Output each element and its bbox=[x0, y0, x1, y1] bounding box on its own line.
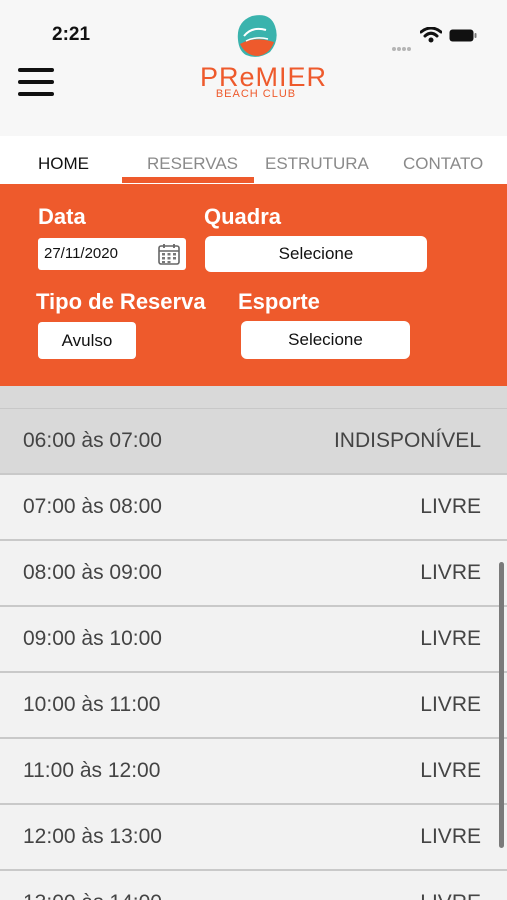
tab-estrutura[interactable]: ESTRUTURA bbox=[265, 154, 369, 174]
quadra-select[interactable]: Selecione bbox=[205, 236, 427, 272]
time-slot-row[interactable]: 06:00 às 07:00 INDISPONÍVEL bbox=[0, 409, 507, 475]
time-slot-row[interactable]: 09:00 às 10:00 LIVRE bbox=[0, 607, 507, 673]
time-slot-row[interactable]: 11:00 às 12:00 LIVRE bbox=[0, 739, 507, 805]
slot-time: 12:00 às 13:00 bbox=[23, 825, 162, 848]
slot-status: LIVRE bbox=[420, 759, 481, 782]
slot-time: 06:00 às 07:00 bbox=[23, 429, 162, 452]
hamburger-menu-icon[interactable] bbox=[18, 68, 54, 100]
slot-time: 13:00 às 14:00 bbox=[23, 891, 162, 900]
tab-bar: HOME RESERVAS ESTRUTURA CONTATO bbox=[0, 136, 507, 184]
calendar-icon[interactable] bbox=[158, 243, 180, 265]
esporte-select[interactable]: Selecione bbox=[241, 321, 410, 359]
slot-time: 10:00 às 11:00 bbox=[23, 693, 161, 716]
list-header-spacer bbox=[0, 386, 507, 409]
date-value: 27/11/2020 bbox=[44, 245, 118, 262]
time-slot-row[interactable]: 07:00 às 08:00 LIVRE bbox=[0, 475, 507, 541]
battery-icon bbox=[449, 29, 477, 42]
time-slot-row[interactable]: 08:00 às 09:00 LIVRE bbox=[0, 541, 507, 607]
time-slot-row[interactable]: 13:00 às 14:00 LIVRE bbox=[0, 871, 507, 900]
beach-ball-logo-icon bbox=[237, 15, 277, 57]
tipo-reserva-label: Tipo de Reserva bbox=[36, 289, 206, 314]
quadra-label: Quadra bbox=[204, 204, 282, 229]
cellular-signal-icon bbox=[392, 38, 412, 56]
time-slot-row[interactable]: 12:00 às 13:00 LIVRE bbox=[0, 805, 507, 871]
slot-time: 11:00 às 12:00 bbox=[23, 759, 161, 782]
time-slot-list[interactable]: 06:00 às 07:00 INDISPONÍVEL 07:00 às 08:… bbox=[0, 386, 507, 900]
slot-time: 08:00 às 09:00 bbox=[23, 561, 162, 584]
app-header: PReMIER BEACH CLUB bbox=[0, 15, 507, 136]
esporte-label: Esporte bbox=[238, 289, 320, 314]
list-scrollbar[interactable] bbox=[499, 562, 504, 848]
slot-status: LIVRE bbox=[420, 891, 481, 900]
tab-contato[interactable]: CONTATO bbox=[403, 154, 483, 174]
date-field[interactable]: 27/11/2020 bbox=[38, 238, 186, 270]
time-slot-row[interactable]: 10:00 às 11:00 LIVRE bbox=[0, 673, 507, 739]
slot-status: LIVRE bbox=[420, 693, 481, 716]
tipo-reserva-select[interactable]: Avulso bbox=[38, 322, 136, 359]
slot-status: LIVRE bbox=[420, 561, 481, 584]
logo-subtitle: BEACH CLUB bbox=[215, 88, 297, 100]
active-tab-indicator bbox=[122, 177, 254, 183]
premier-beach-club-logo: PReMIER BEACH CLUB bbox=[200, 10, 328, 110]
slot-status: LIVRE bbox=[420, 495, 481, 518]
slot-status: INDISPONÍVEL bbox=[333, 429, 481, 452]
slot-status: LIVRE bbox=[420, 825, 481, 848]
slot-time: 09:00 às 10:00 bbox=[23, 627, 162, 650]
reservation-filter-panel: Data Quadra 27/11/2020 Selecione Tipo de… bbox=[0, 184, 507, 386]
wifi-icon bbox=[420, 27, 442, 43]
status-time: 2:21 bbox=[52, 24, 91, 45]
data-label: Data bbox=[38, 204, 86, 229]
slot-time: 07:00 às 08:00 bbox=[23, 495, 162, 518]
logo-title: PReMIER bbox=[200, 62, 328, 92]
tab-home[interactable]: HOME bbox=[38, 154, 89, 174]
tab-reservas[interactable]: RESERVAS bbox=[147, 154, 238, 174]
slot-status: LIVRE bbox=[420, 627, 481, 650]
